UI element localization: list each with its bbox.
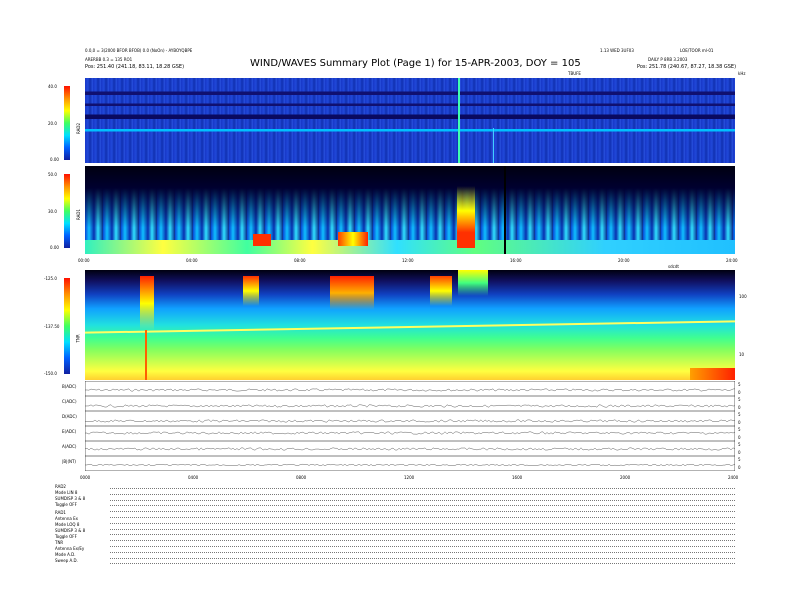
tnr-tick-top: -125.0	[44, 276, 57, 281]
bottom-tick-0: 0000	[80, 475, 91, 480]
line-label-3: E(ADC)	[62, 429, 77, 434]
line-right-3b: 0	[738, 435, 741, 440]
bottom-tick-5: 2000	[620, 475, 631, 480]
time-tick-4: 16:00	[510, 258, 522, 263]
rad1-tick-mid: 30.0	[48, 209, 57, 214]
bottom-tick-1: 0400	[188, 475, 199, 480]
line-label-1: C(ADC)	[62, 399, 77, 404]
time-tick-3: 12:00	[402, 258, 414, 263]
right-corner-label: kHz	[738, 71, 746, 76]
footer-rad1-2: Mode LOQ 8	[55, 522, 80, 527]
footer-rad1-4: Toggle OFF	[55, 534, 77, 539]
footer-dotted-row	[110, 499, 735, 501]
footer-dotted-row	[110, 551, 735, 553]
footer-dotted-row	[110, 493, 735, 495]
rad2-tick-top: 40.0	[48, 84, 57, 89]
footer-tnr-1: Antenna Ex/Ey	[55, 546, 85, 551]
footer-dotted-row	[110, 546, 735, 547]
plot-frames	[85, 381, 735, 471]
tnr-tick-mid: -137.50	[44, 324, 60, 329]
tnr-label: TNR	[75, 334, 81, 343]
header-left-pos: Pos: 251.40 (241.18, 83.11, 18.28 GSE)	[85, 64, 185, 70]
header-left-line2: ARERBB 0.3 = 135 RO1	[85, 57, 133, 62]
trace-0	[85, 388, 735, 392]
line-right-3a: 5	[738, 427, 741, 432]
rad2-tick-bottom: 0.00	[50, 157, 59, 162]
trace-5	[85, 463, 735, 467]
line-label-4: A(ADC)	[62, 444, 77, 449]
footer-tnr-3: Sweep A.D.	[55, 558, 78, 563]
line-right-2b: 0	[738, 420, 741, 425]
header-right-line3: DAILY P 8RB 3.2003	[648, 57, 688, 62]
plot-title: WIND/WAVES Summary Plot (Page 1) for 15-…	[250, 58, 581, 69]
footer-tnr-2: Mode A.D.	[55, 552, 76, 557]
trace-3	[85, 431, 735, 435]
bottom-tick-2: 0800	[296, 475, 307, 480]
tnr-tick-bottom: -150.0	[44, 371, 57, 376]
rad1-spectrogram	[85, 166, 735, 254]
footer-dotted-row	[110, 511, 735, 513]
line-plots	[85, 381, 735, 471]
line-traces	[85, 388, 735, 467]
header-right-line1: 1.13 WED 3UF03	[600, 48, 634, 53]
line-label-2: D(ADC)	[62, 414, 77, 419]
time-tick-1: 04:00	[186, 258, 198, 263]
footer-dotted-row	[110, 505, 735, 507]
trace-2	[85, 419, 735, 423]
tnr-top-right-label: sdcdt	[668, 264, 679, 269]
trace-1	[85, 404, 735, 408]
header-left-line1: 0.0,0 = 3(2000 BFOR BFOB) 0.0 (NoOn) - A…	[85, 48, 193, 53]
footer-rad2-2: SUMDISP 3 & 8	[55, 496, 86, 501]
line-right-4a: 5	[738, 442, 741, 447]
rad2-tick-mid: 20.0	[48, 121, 57, 126]
footer-dotted-row	[110, 563, 735, 565]
line-right-4b: 0	[738, 450, 741, 455]
rad1-colorbar	[64, 174, 70, 248]
rad2-label: RAD2	[75, 123, 81, 134]
footer-rad2-1: Mode LIN 8	[55, 490, 78, 495]
time-tick-2: 08:00	[294, 258, 306, 263]
tnr-spectrogram	[85, 270, 735, 380]
top-time-label: TBUFE	[568, 71, 581, 76]
time-tick-5: 20:00	[618, 258, 630, 263]
time-tick-0: 00:00	[78, 258, 90, 263]
line-right-1a: 5	[738, 397, 741, 402]
footer-dotted-row	[110, 488, 735, 489]
line-right-0b: 0	[738, 390, 741, 395]
footer-tnr-0: TNR	[55, 540, 64, 545]
bottom-tick-4: 1600	[512, 475, 523, 480]
footer-dotted-row	[110, 517, 735, 518]
footer-dotted-row	[110, 522, 735, 524]
line-right-5b: 0	[738, 465, 741, 470]
line-label-5: |B|(NT)	[62, 459, 76, 464]
bottom-tick-6: 2400	[728, 475, 739, 480]
tnr-right-tick-10: 10	[739, 352, 745, 357]
footer-rad2-0: RAD2	[55, 484, 66, 489]
footer-dotted-row	[110, 557, 735, 559]
rad1-label: RAD1	[75, 209, 81, 220]
footer-dotted-row	[110, 528, 735, 530]
time-tick-6: 24:00	[726, 258, 738, 263]
rad1-tick-bottom: 0.00	[50, 245, 59, 250]
footer-dotted-row	[110, 540, 735, 542]
bottom-tick-3: 1200	[404, 475, 415, 480]
rad2-spectrogram	[85, 78, 735, 163]
tnr-colorbar	[64, 278, 70, 374]
footer-rad1-0: RAD1	[55, 510, 66, 515]
tnr-right-tick-100: 100	[739, 294, 747, 299]
line-right-2a: 5	[738, 412, 741, 417]
header-right-pos: Pos: 251.78 (240.67, 87.27, 18.38 GSE)	[637, 64, 737, 70]
rad1-tick-top: 50.0	[48, 172, 57, 177]
line-right-5a: 5	[738, 457, 741, 462]
rad2-colorbar	[64, 86, 70, 160]
line-label-0: B(ADC)	[62, 384, 77, 389]
footer-dotted-row	[110, 534, 735, 536]
footer-rad1-1: Antenna Ex	[55, 516, 78, 521]
trace-4	[85, 447, 735, 451]
line-right-0a: 5	[738, 382, 741, 387]
footer-rad1-3: SUMDISP 3 & 8	[55, 528, 86, 533]
header-right-line2: LOE/TOOR ml-01	[680, 48, 714, 53]
footer-rad2-3: Toggle OFF	[55, 502, 77, 507]
line-right-1b: 0	[738, 405, 741, 410]
